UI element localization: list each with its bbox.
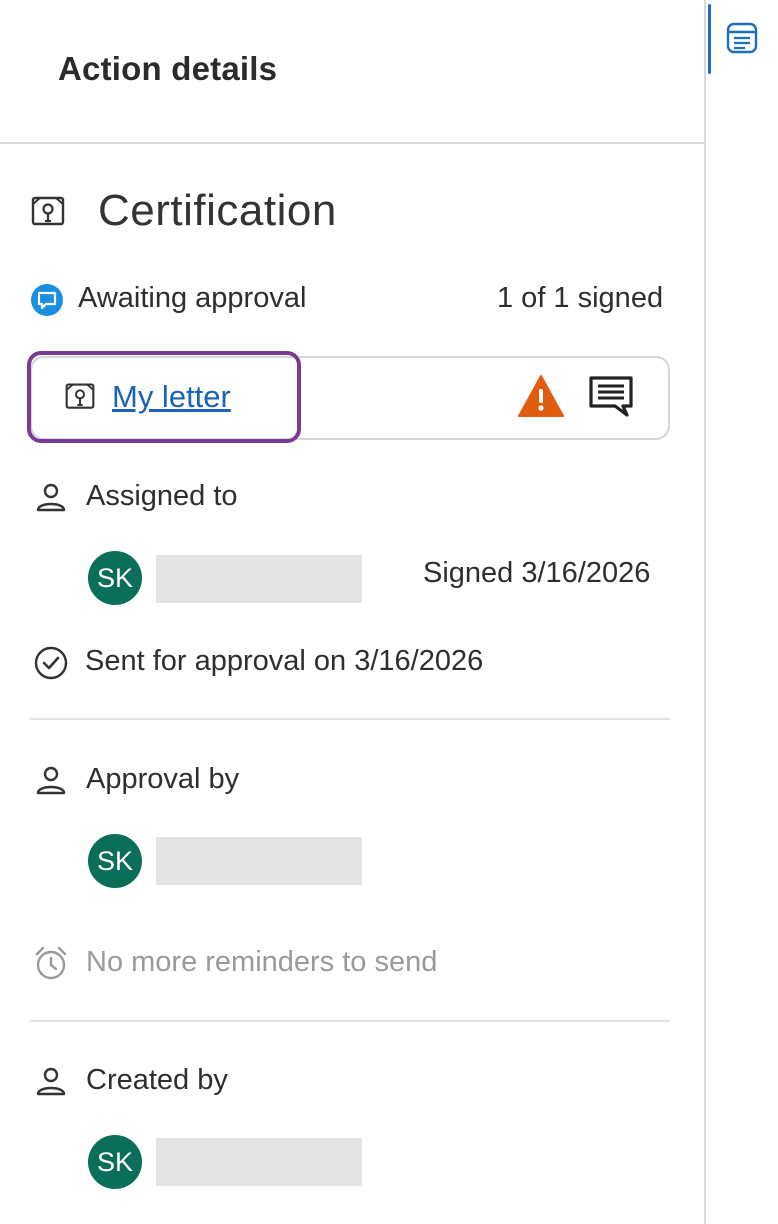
- alarm-clock-icon: [33, 945, 69, 986]
- certificate-icon: [30, 194, 66, 235]
- sent-for-approval: Sent for approval on 3/16/2026: [85, 645, 484, 677]
- side-rail: [708, 0, 778, 1224]
- signed-date: Signed 3/16/2026: [423, 557, 651, 589]
- certificate-icon: [64, 381, 96, 418]
- avatar: SK: [88, 834, 142, 888]
- avatar: SK: [88, 551, 142, 605]
- avatar: SK: [88, 1135, 142, 1189]
- person-icon: [34, 765, 68, 802]
- comment-icon[interactable]: [587, 374, 635, 423]
- panel-title: Action details: [58, 50, 278, 87]
- divider: [30, 1020, 670, 1022]
- check-circle-icon: [34, 646, 68, 685]
- assigned-label: Assigned to: [86, 480, 238, 512]
- details-panel-icon: [725, 21, 759, 60]
- redacted-name: [156, 555, 362, 603]
- created-label: Created by: [86, 1064, 228, 1096]
- warning-icon[interactable]: [517, 374, 565, 423]
- chat-bubble-icon: [30, 283, 64, 322]
- action-details-panel: Action details Certification Awaiting ap…: [0, 0, 706, 1224]
- section-title: Certification: [98, 186, 337, 235]
- redacted-name: [156, 837, 362, 885]
- document-link[interactable]: My letter: [112, 379, 231, 415]
- panel-header: Action details: [0, 0, 704, 144]
- divider: [30, 718, 670, 720]
- signed-count: 1 of 1 signed: [497, 282, 664, 314]
- redacted-name: [156, 1138, 362, 1186]
- rail-active-indicator: [708, 4, 711, 74]
- approval-label: Approval by: [86, 763, 240, 795]
- details-panel-button[interactable]: [722, 20, 762, 60]
- reminders-status: No more reminders to send: [86, 946, 438, 978]
- person-icon: [34, 482, 68, 519]
- person-icon: [34, 1066, 68, 1103]
- status-label: Awaiting approval: [78, 282, 307, 314]
